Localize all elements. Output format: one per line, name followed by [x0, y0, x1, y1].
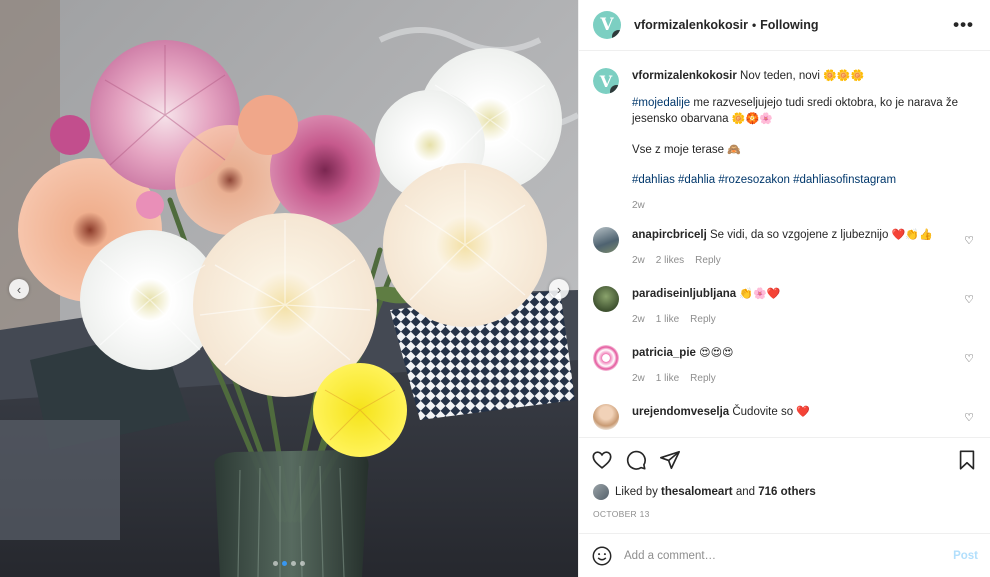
carousel-dot [291, 561, 296, 566]
hashtag-links[interactable]: #dahlias #dahlia #rozesozakon #dahliasof… [632, 174, 896, 186]
comment-like-heart-icon[interactable]: ♡ [964, 234, 974, 247]
post-header: V vformizalenkokosir • Following ••• [579, 0, 990, 51]
comment-emoji: ❤️👏👍 [891, 228, 933, 241]
post-comment-button[interactable]: Post [953, 550, 978, 562]
comment-emoji: 👏🌸❤️ [739, 287, 781, 300]
previous-photo-button[interactable]: ‹ [9, 279, 29, 299]
likes-summary: Liked by thesalomeart and 716 others [579, 481, 990, 503]
caption: V vformizalenkokosir Nov teden, novi 🌼🌼🌼… [593, 68, 976, 213]
comment-username[interactable]: anapircbricelj [632, 229, 707, 241]
next-photo-button[interactable]: › [549, 279, 569, 299]
add-comment-bar: Add a comment… Post [579, 533, 990, 577]
author-avatar[interactable]: V [593, 11, 621, 39]
comment-text: Se vidi, da so vzgojene z ljubeznijo [710, 229, 889, 241]
likes-prefix: Liked by [615, 486, 658, 498]
comment: anapircbricelj Se vidi, da so vzgojene z… [593, 227, 976, 268]
reply-button[interactable]: Reply [690, 371, 716, 386]
comment: paradiseinljubljana 👏🌸❤️ 2w 1 like Reply… [593, 286, 976, 327]
post-dialog: ‹ › V vformizalenkokosir • Following •••… [0, 0, 990, 577]
caption-meta: 2w [632, 198, 976, 213]
post-photo[interactable]: ‹ › [0, 0, 578, 577]
post-date[interactable]: OCTOBER 13 [579, 503, 990, 533]
commenter-avatar[interactable] [593, 286, 619, 312]
author-username[interactable]: vformizalenkokosir [634, 18, 748, 32]
comment-likes[interactable]: 1 like [656, 312, 679, 327]
comment-like-heart-icon[interactable]: ♡ [964, 293, 974, 306]
header-separator: • [751, 18, 757, 32]
caption-emoji-line1: 🌼🌼🌼 [823, 69, 865, 82]
comment: urejendomveselja Čudovite so ❤️ ♡ [593, 404, 976, 430]
caption-text-line1: Nov teden, novi [740, 70, 820, 82]
post-details-panel: V vformizalenkokosir • Following ••• V v… [578, 0, 990, 577]
following-button[interactable]: Following [760, 18, 818, 32]
carousel-dot-active [282, 561, 287, 566]
commenter-avatar[interactable] [593, 345, 619, 371]
likes-others-link[interactable]: 716 others [758, 486, 816, 498]
caption-emoji-line2: 🌼🏵️🌸 [731, 112, 773, 125]
liker-username[interactable]: thesalomeart [661, 486, 733, 498]
comment-emoji: 😍😍😍 [699, 346, 734, 359]
carousel-dot [273, 561, 278, 566]
comment-likes[interactable]: 2 likes [656, 253, 684, 268]
caption-author-avatar[interactable]: V [593, 68, 619, 94]
carousel-indicator [0, 561, 578, 566]
bookmark-icon[interactable] [956, 449, 978, 471]
caption-username[interactable]: vformizalenkokosir [632, 70, 737, 82]
comment-time[interactable]: 2w [632, 371, 645, 386]
commenter-avatar[interactable] [593, 404, 619, 430]
comment-meta: 2w 2 likes Reply [632, 253, 976, 268]
share-plane-icon[interactable] [659, 449, 681, 471]
caption-text-line3: Vse z moje terase [632, 144, 725, 156]
liker-avatar[interactable] [593, 484, 609, 500]
comment-meta: 2w 1 like Reply [632, 312, 976, 327]
comments-list[interactable]: V vformizalenkokosir Nov teden, novi 🌼🌼🌼… [579, 51, 990, 437]
comment-emoji: ❤️ [796, 405, 810, 418]
carousel-dot [300, 561, 305, 566]
comment-meta: 2w 1 like Reply [632, 371, 976, 386]
emoji-smile-icon[interactable] [591, 545, 613, 567]
comment-like-heart-icon[interactable]: ♡ [964, 352, 974, 365]
hashtag-link[interactable]: #mojedalije [632, 97, 690, 109]
more-horizontal-icon[interactable]: ••• [953, 15, 974, 35]
commenter-avatar[interactable] [593, 227, 619, 253]
comment-username[interactable]: urejendomveselja [632, 406, 729, 418]
comment-bubble-icon[interactable] [625, 449, 647, 471]
reply-button[interactable]: Reply [690, 312, 716, 327]
post-actions [579, 437, 990, 481]
comment: patricia_pie 😍😍😍 2w 1 like Reply ♡ [593, 345, 976, 386]
comment-username[interactable]: paradiseinljubljana [632, 288, 736, 300]
like-heart-icon[interactable] [591, 449, 613, 471]
comment-likes[interactable]: 1 like [656, 371, 679, 386]
caption-emoji-line3: 🙈 [727, 143, 741, 156]
comment-text: Čudovite so [732, 406, 794, 418]
reply-button[interactable]: Reply [695, 253, 721, 268]
comment-time[interactable]: 2w [632, 312, 645, 327]
comment-input[interactable]: Add a comment… [624, 550, 953, 562]
comment-like-heart-icon[interactable]: ♡ [964, 411, 974, 424]
caption-time[interactable]: 2w [632, 198, 645, 213]
comment-time[interactable]: 2w [632, 253, 645, 268]
likes-and: and [735, 486, 756, 498]
comment-username[interactable]: patricia_pie [632, 347, 696, 359]
dahlia-bouquet-image [0, 0, 578, 577]
